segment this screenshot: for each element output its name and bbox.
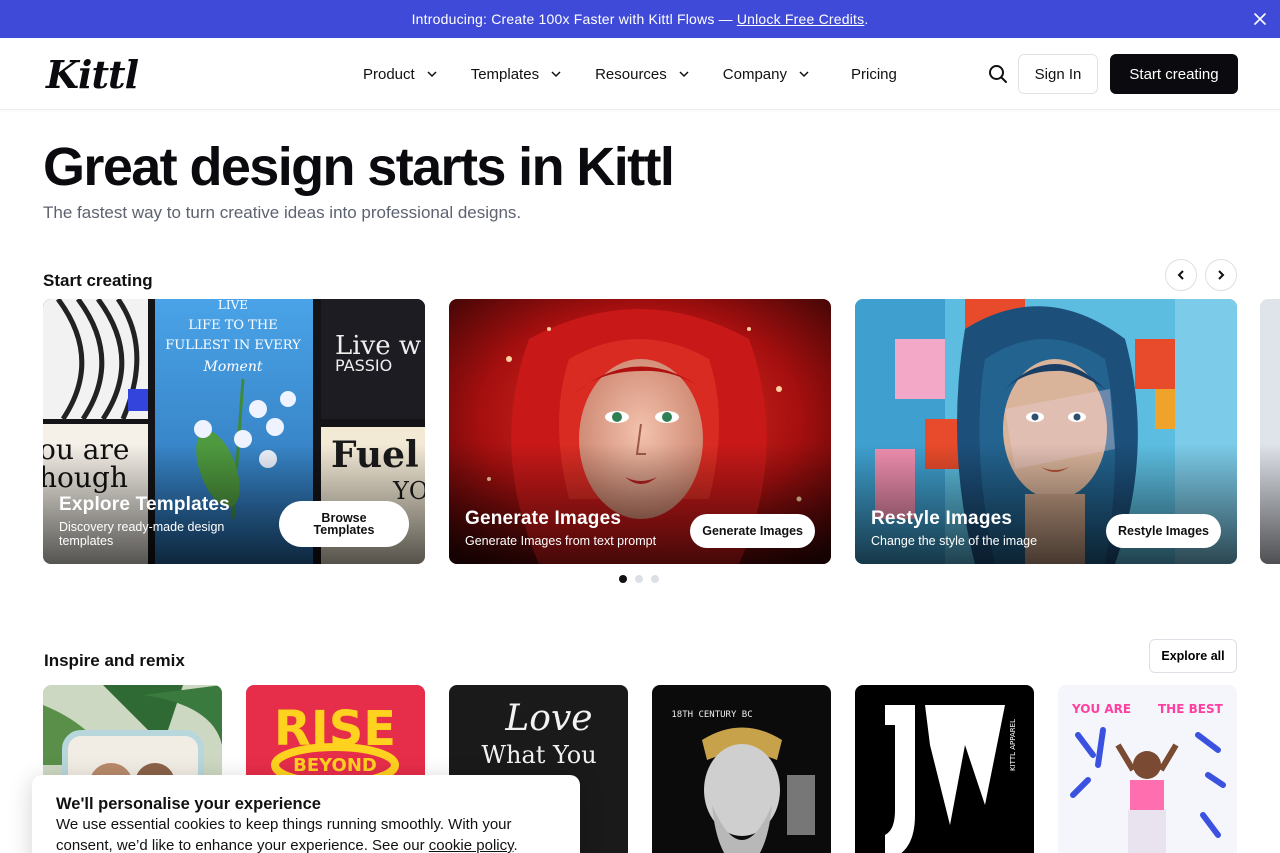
start-creating-heading: Start creating xyxy=(43,271,153,290)
cookie-suffix: . xyxy=(513,837,518,853)
page-title: Great design starts in Kittl xyxy=(43,137,675,197)
nav-label: Pricing xyxy=(850,65,897,83)
explore-all-button[interactable]: Explore all xyxy=(1149,639,1237,673)
template-tile[interactable]: YOU ARE THE BEST xyxy=(1058,685,1237,853)
cookie-text: We use essential cookies to keep things … xyxy=(56,814,556,853)
what-you-text: What You xyxy=(481,741,596,769)
nav-item-product[interactable]: Product xyxy=(363,66,439,83)
apparel-text: KITTL APPAREL xyxy=(1009,719,1017,771)
the-best-text: THE BEST xyxy=(1158,702,1224,716)
announcement-text: Introducing: Create 100x Faster with Kit… xyxy=(411,11,733,27)
nav-item-resources[interactable]: Resources xyxy=(595,66,691,83)
card-title: Explore Templates xyxy=(59,494,230,515)
carousel-next-button[interactable] xyxy=(1205,259,1237,291)
beyond-text: BEYOND xyxy=(293,755,377,776)
generate-images-card[interactable]: Generate Images Generate Images from tex… xyxy=(449,299,831,564)
card-description: Generate Images from text prompt xyxy=(465,534,657,548)
nav-label: Product xyxy=(363,65,415,83)
nav-label: Templates xyxy=(470,65,540,83)
cookie-policy-link[interactable]: cookie policy xyxy=(429,837,514,853)
close-icon[interactable] xyxy=(1250,9,1270,29)
cookie-banner: We'll personalise your experience We use… xyxy=(32,775,580,853)
svg-text:PASSIO: PASSIO xyxy=(335,356,392,375)
browse-templates-button[interactable]: Browse Templates xyxy=(279,501,409,547)
announcement-suffix: . xyxy=(864,11,869,27)
nav-item-templates[interactable]: Templates xyxy=(471,66,563,83)
next-card-peek[interactable] xyxy=(1260,299,1280,564)
chevron-down-icon xyxy=(799,71,809,78)
chevron-left-icon xyxy=(1177,270,1184,280)
card-title: Generate Images xyxy=(465,508,622,529)
nav-label: Resources xyxy=(595,65,667,83)
pagination-dot[interactable] xyxy=(619,575,627,583)
svg-text:LIFE TO THE: LIFE TO THE xyxy=(188,318,277,333)
inspire-heading: Inspire and remix xyxy=(44,651,185,670)
cookie-title: We'll personalise your experience xyxy=(56,795,321,813)
announcement-bar: Introducing: Create 100x Faster with Kit… xyxy=(0,0,1280,38)
sign-in-button[interactable]: Sign In xyxy=(1018,54,1098,94)
love-text: Love xyxy=(504,698,592,739)
svg-text:Moment: Moment xyxy=(203,359,263,375)
nav-item-pricing[interactable]: Pricing xyxy=(851,66,897,83)
chevron-down-icon xyxy=(427,71,437,78)
restyle-images-button[interactable]: Restyle Images xyxy=(1105,514,1221,548)
card-description: Discovery ready-made design templates xyxy=(59,520,225,548)
carousel-prev-button[interactable] xyxy=(1165,259,1197,291)
pagination-dot[interactable] xyxy=(635,575,643,583)
you-are-the-best-template: YOU ARE THE BEST xyxy=(1058,685,1237,853)
nav-label: Company xyxy=(722,65,787,83)
page-subtitle: The fastest way to turn creative ideas i… xyxy=(43,203,522,222)
template-tile[interactable]: KITTL APPAREL xyxy=(855,685,1034,853)
kittl-logo[interactable]: Kittl xyxy=(46,52,139,97)
chevron-right-icon xyxy=(1218,270,1225,280)
card-description: Change the style of the image xyxy=(871,534,1038,548)
start-creating-button[interactable]: Start creating xyxy=(1110,54,1238,94)
card-title: Restyle Images xyxy=(871,508,1013,529)
main-nav: Product Templates Resources Company Pric… xyxy=(363,38,897,110)
chevron-down-icon xyxy=(679,71,689,78)
svg-text:FULLEST IN EVERY: FULLEST IN EVERY xyxy=(165,338,301,353)
you-are-text: YOU ARE xyxy=(1071,702,1131,716)
nav-item-company[interactable]: Company xyxy=(723,66,811,83)
carousel-pagination xyxy=(619,575,659,583)
chevron-down-icon xyxy=(551,71,561,78)
site-header: Kittl Product Templates Resources Compan… xyxy=(0,38,1280,110)
restyle-images-card[interactable]: Restyle Images Change the style of the i… xyxy=(855,299,1237,564)
unlock-credits-link[interactable]: Unlock Free Credits xyxy=(737,11,865,27)
pagination-dot[interactable] xyxy=(651,575,659,583)
century-text: 18TH CENTURY BC xyxy=(671,710,752,720)
greek-statue-template: 18TH CENTURY BC xyxy=(652,685,831,853)
template-tile[interactable]: 18TH CENTURY BC xyxy=(652,685,831,853)
generate-images-button[interactable]: Generate Images xyxy=(690,514,815,548)
explore-templates-card[interactable]: ou are hough LIVE LIFE TO THE FULLEST IN… xyxy=(43,299,425,564)
svg-text:LIVE: LIVE xyxy=(218,299,248,312)
jw-lettering-template: KITTL APPAREL xyxy=(855,685,1034,853)
search-icon[interactable] xyxy=(986,62,1010,86)
